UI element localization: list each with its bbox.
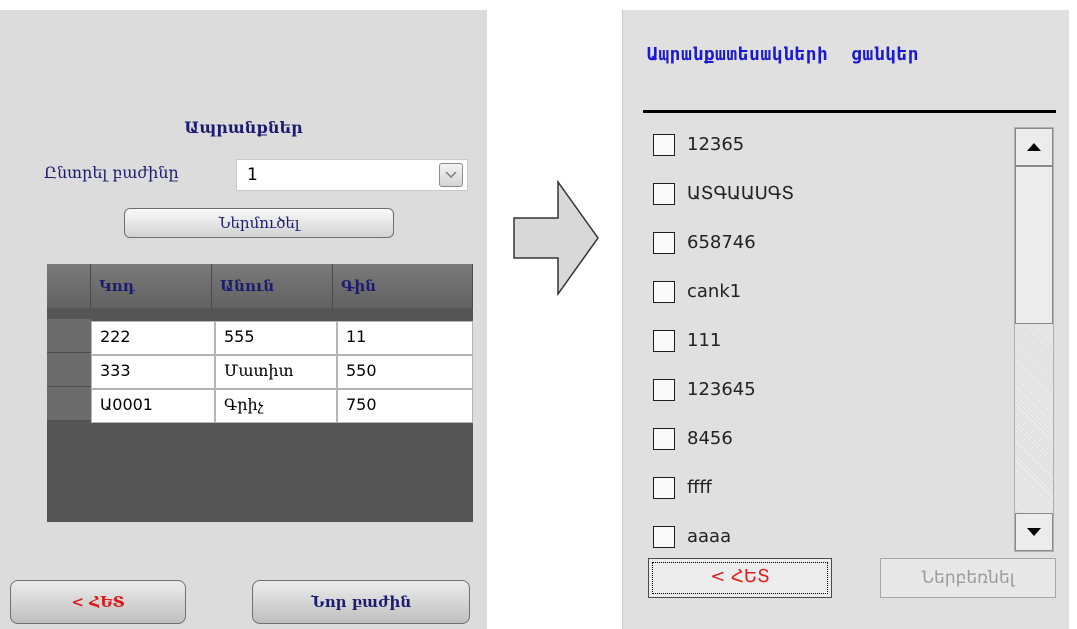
choose-part-label: Ընտրել բաժինը [44, 163, 179, 182]
back-button[interactable]: < ՀԵՏ [10, 580, 186, 624]
vertical-scrollbar[interactable] [1014, 127, 1054, 552]
grid-header-code[interactable]: Կոդ [91, 264, 212, 308]
focus-rectangle [652, 562, 828, 594]
cell-price[interactable]: 550 [337, 355, 473, 389]
scroll-down-button[interactable] [1015, 513, 1053, 551]
checkbox[interactable] [653, 232, 675, 254]
list-item-label: 111 [687, 330, 722, 351]
checkbox[interactable] [653, 477, 675, 499]
scrollbar-thumb[interactable] [1015, 166, 1053, 324]
scroll-down-icon [1027, 528, 1041, 536]
cell-price[interactable]: 750 [337, 389, 473, 423]
product-types-panel: Ապրանքատեսակների ցանկեր 12365 ԱՏԳԱԱՍԳՏ 6… [622, 10, 1069, 629]
list-item-label: 8456 [687, 428, 733, 449]
checkbox[interactable] [653, 281, 675, 303]
scroll-up-icon [1027, 143, 1041, 151]
download-button[interactable]: Ներբեռնել [880, 558, 1056, 598]
grid-corner-header [47, 264, 91, 308]
back-button[interactable]: < ՀԵՏ [648, 558, 832, 598]
cell-code[interactable]: 222 [91, 321, 215, 355]
cell-price[interactable]: 11 [337, 321, 473, 355]
cell-code[interactable]: Ա0001 [91, 389, 215, 423]
grid-header-name[interactable]: Անուն [212, 264, 333, 308]
products-grid: Կոդ Անուն Գին 222 555 11 333 Մատիտ 550 Ա… [47, 264, 473, 522]
list-item-label: ffff [687, 477, 712, 498]
row-header[interactable] [47, 353, 91, 387]
checkbox[interactable] [653, 183, 675, 205]
scroll-up-button[interactable] [1015, 128, 1053, 166]
checkbox[interactable] [653, 330, 675, 352]
cell-name[interactable]: 555 [215, 321, 337, 355]
checkbox[interactable] [653, 526, 675, 548]
list-item-label: 658746 [687, 232, 756, 253]
chevron-down-icon [445, 171, 457, 179]
import-button[interactable]: Ներմուծել [124, 208, 394, 238]
part-select[interactable]: 1 [236, 159, 468, 191]
row-header[interactable] [47, 387, 91, 421]
right-arrow-icon [513, 180, 599, 296]
panel-title: Ապրանքատեսակների ցանկեր [647, 44, 920, 65]
cell-name[interactable]: Մատիտ [215, 355, 337, 389]
checkbox[interactable] [653, 428, 675, 450]
list-item-label: 12365 [687, 134, 745, 155]
dropdown-button[interactable] [439, 163, 463, 187]
cell-name[interactable]: Գրիչ [215, 389, 337, 423]
row-header[interactable] [47, 319, 91, 353]
part-select-value: 1 [247, 165, 258, 185]
list-item-label: 123645 [687, 379, 756, 400]
new-part-button[interactable]: Նոր բաժին [252, 580, 470, 624]
page-title: Ապրանքներ [184, 118, 303, 137]
list-item-label: ԱՏԳԱԱՍԳՏ [687, 183, 795, 204]
product-types-list: 12365 ԱՏԳԱԱՍԳՏ 658746 cank1 111 123645 8… [648, 122, 1056, 552]
products-panel: Ապրանքներ Ընտրել բաժինը 1 Ներմուծել Կոդ … [0, 10, 487, 629]
list-item-label: cank1 [687, 281, 742, 302]
checkbox[interactable] [653, 134, 675, 156]
title-divider [643, 110, 1056, 113]
cell-code[interactable]: 333 [91, 355, 215, 389]
grid-header-price[interactable]: Գին [333, 264, 473, 308]
list-item-label: aaaa [687, 526, 732, 547]
checkbox[interactable] [653, 379, 675, 401]
